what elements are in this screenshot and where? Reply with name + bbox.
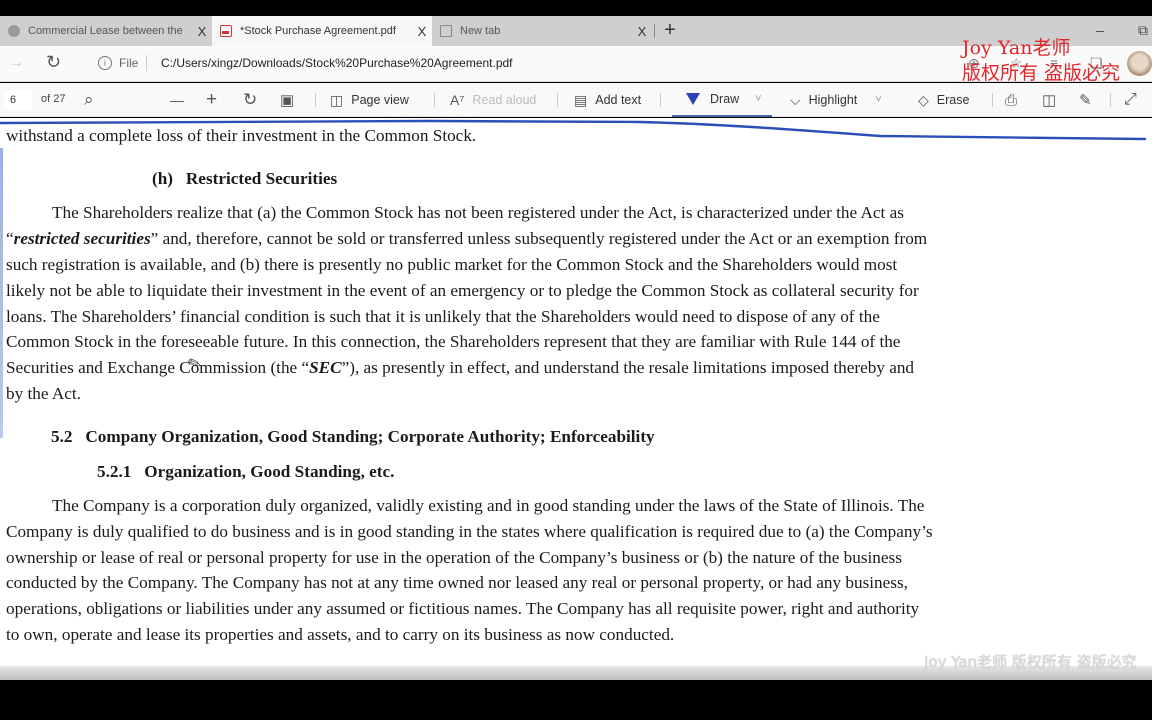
text-span: Securities and Exchange Commission (the … [6,358,310,377]
highlight-label: Highlight [808,93,858,107]
toolbar-separator [660,93,661,107]
highlight-button[interactable]: ⌵ Highlight ˅ [790,83,882,117]
info-icon[interactable]: i [98,56,112,70]
text-line: operations, obligations or liabilities u… [6,599,920,618]
toolbar-separator [315,93,316,107]
erase-button[interactable]: ◇ Erase [918,83,969,117]
save-as-icon[interactable]: ✎ [1079,83,1092,117]
text-line: likely not be able to liquidate their in… [6,281,919,300]
print-icon[interactable]: ⎙ [1005,83,1017,117]
tab-new-tab[interactable]: New tab X [432,16,652,46]
profile-avatar[interactable] [1127,51,1152,76]
text-line: to own, operate and lease its properties… [6,625,675,644]
address-separator [146,55,147,71]
text-line: loans. The Shareholders’ financial condi… [6,307,880,326]
toolbar-separator [992,93,993,107]
pdf-icon [220,25,232,37]
screen-top-border [0,0,1152,16]
text-span: ” and, therefore, cannot be sold or tran… [150,229,928,248]
watermark-top-line2: 版权所有 盗版必究 [962,62,1121,84]
defined-term: SEC [309,358,342,377]
text-line: Common Stock in the foreseeable future. … [6,332,901,351]
text-line: Securities and Exchange Commission (the … [6,358,914,378]
chevron-down-icon[interactable]: ˅ [755,93,761,105]
text-line: withstand a complete loss of their inves… [6,126,477,145]
read-aloud-label: Read aloud [472,93,537,107]
tab-separator [654,24,655,38]
draw-button[interactable]: Draw ˅ [672,83,772,117]
read-aloud-button[interactable]: A⁷ Read aloud [450,83,536,117]
add-text-label: Add text [595,93,642,107]
text-line: ownership or lease of real or personal p… [6,548,902,567]
defined-term: restricted securities [13,229,151,248]
tab-title: Commercial Lease between the [28,25,183,37]
read-aloud-icon: A⁷ [450,92,465,108]
zoom-out-button[interactable]: — [170,83,184,117]
watermark-top-line1: Joy Yan老师 [962,37,1071,59]
add-text-icon: ▤ [574,91,588,108]
tab-title: *Stock Purchase Agreement.pdf [240,25,396,37]
tab-title: New tab [460,25,501,37]
url-input[interactable]: C:/Users/xingz/Downloads/Stock%20Purchas… [161,56,513,70]
toolbar-separator [434,93,435,107]
rotate-button[interactable]: ↻ [243,83,257,117]
text-line: such registration is available, and (b) … [6,255,898,274]
text-span: ”), as presently in effect, and understa… [341,358,915,377]
quote: “ [6,229,14,248]
restore-button[interactable]: ⧉ [1138,22,1148,39]
highlighter-icon: ⌵ [790,91,801,108]
scheme-label: File [119,56,139,70]
fit-page-button[interactable]: ▣ [280,83,294,117]
page-number-input[interactable]: 6 [4,90,32,110]
text-line: “restricted securities” and, therefore, … [6,229,927,249]
heading-section-5-2: 5.2 Company Organization, Good Standing;… [51,427,655,446]
heading-restricted-securities: (h) Restricted Securities [152,169,338,188]
watermark-bottom: Joy Yan老师 版权所有 盗版必究 [924,653,1137,671]
forward-icon[interactable]: → [8,54,24,72]
zoom-in-button[interactable]: + [206,83,217,117]
tab-stock-purchase-agreement[interactable]: *Stock Purchase Agreement.pdf X [212,16,432,46]
draw-pen-icon [686,93,700,105]
save-icon[interactable]: ◫ [1042,83,1056,117]
heading-section-5-2-1: 5.2.1 Organization, Good Standing, etc. [97,462,395,481]
tab-commercial-lease[interactable]: Commercial Lease between the X [0,16,212,46]
close-tab-button[interactable]: X [632,24,652,39]
eraser-icon: ◇ [918,91,929,108]
minimize-button[interactable]: – [1096,22,1104,38]
close-tab-button[interactable]: X [192,24,212,39]
globe-icon [8,25,20,37]
draw-label: Draw [710,92,740,106]
page-view-label: Page view [351,93,409,107]
close-tab-button[interactable]: X [412,24,432,39]
text-line: conducted by the Company. The Company ha… [6,573,908,592]
text-line: The Company is a corporation duly organi… [52,496,925,515]
pdf-page[interactable]: withstand a complete loss of their inves… [0,118,1152,666]
selection-margin [0,148,3,438]
page-count: of 27 [41,93,66,105]
toolbar-separator [1110,93,1111,107]
toolbar-separator [557,93,558,107]
pdf-toolbar: 6 of 27 ⌕ — + ↻ ▣ ◫ Page view A⁷ Read al… [0,83,1152,117]
page-view-icon: ◫ [330,91,344,108]
refresh-icon[interactable]: ↻ [46,52,61,73]
erase-label: Erase [936,93,970,107]
new-tab-button[interactable]: + [660,20,680,40]
page-view-button[interactable]: ◫ Page view [330,83,409,117]
text-line: by the Act. [6,384,81,403]
screen-bottom-border [0,680,1152,720]
new-tab-page-icon [440,25,452,37]
text-line: The Shareholders realize that (a) the Co… [52,203,904,222]
text-line: Company is duly qualified to do business… [6,522,933,541]
add-text-button[interactable]: ▤ Add text [574,83,641,117]
chevron-down-icon[interactable]: ˅ [875,94,881,106]
find-icon[interactable]: ⌕ [84,83,94,117]
fullscreen-icon[interactable]: ⤢ [1124,83,1137,117]
